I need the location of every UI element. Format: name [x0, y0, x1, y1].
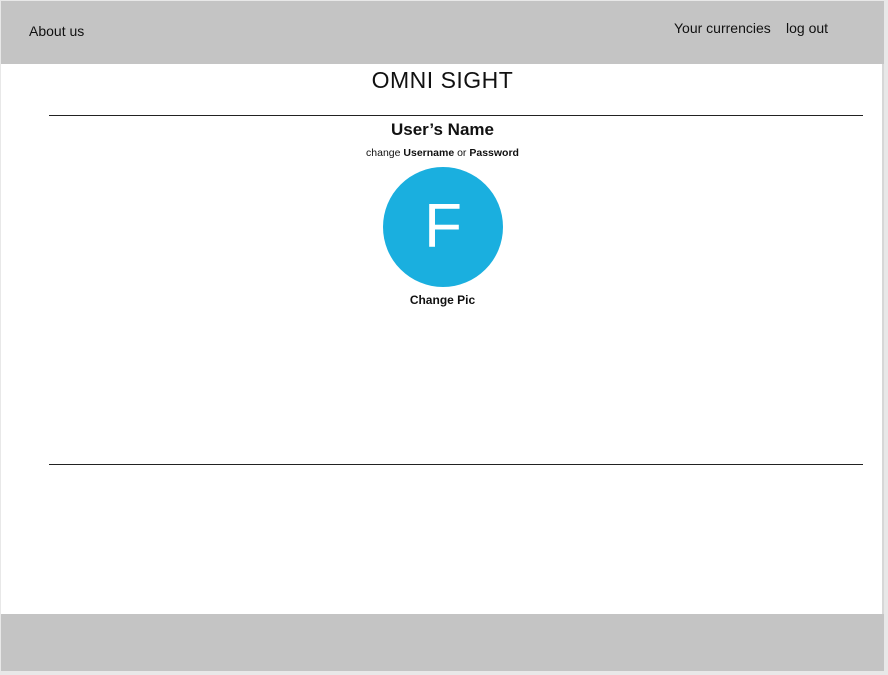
about-us-link[interactable]: About us [29, 23, 84, 39]
or-text: or [457, 147, 467, 159]
user-name-heading: User’s Name [390, 120, 494, 139]
avatar-letter: F [424, 192, 462, 261]
top-navbar: About us Your currencies log out [1, 1, 884, 64]
avatar: F [383, 167, 503, 287]
page-title: OMNI SIGHT [371, 67, 514, 93]
change-pic-button[interactable]: Change Pic [1, 293, 884, 307]
bottom-divider [49, 464, 863, 465]
your-currencies-link[interactable]: Your currencies [674, 20, 771, 36]
logout-link[interactable]: log out [786, 20, 828, 36]
change-username-link[interactable]: Username [403, 147, 454, 159]
change-credentials-line: change Username or Password [1, 147, 884, 159]
page-frame: About us Your currencies log out OMNI SI… [1, 1, 884, 671]
footer-bar [1, 614, 884, 671]
change-password-link[interactable]: Password [469, 147, 519, 159]
change-prefix-text: change [366, 147, 401, 159]
top-divider [49, 115, 863, 116]
